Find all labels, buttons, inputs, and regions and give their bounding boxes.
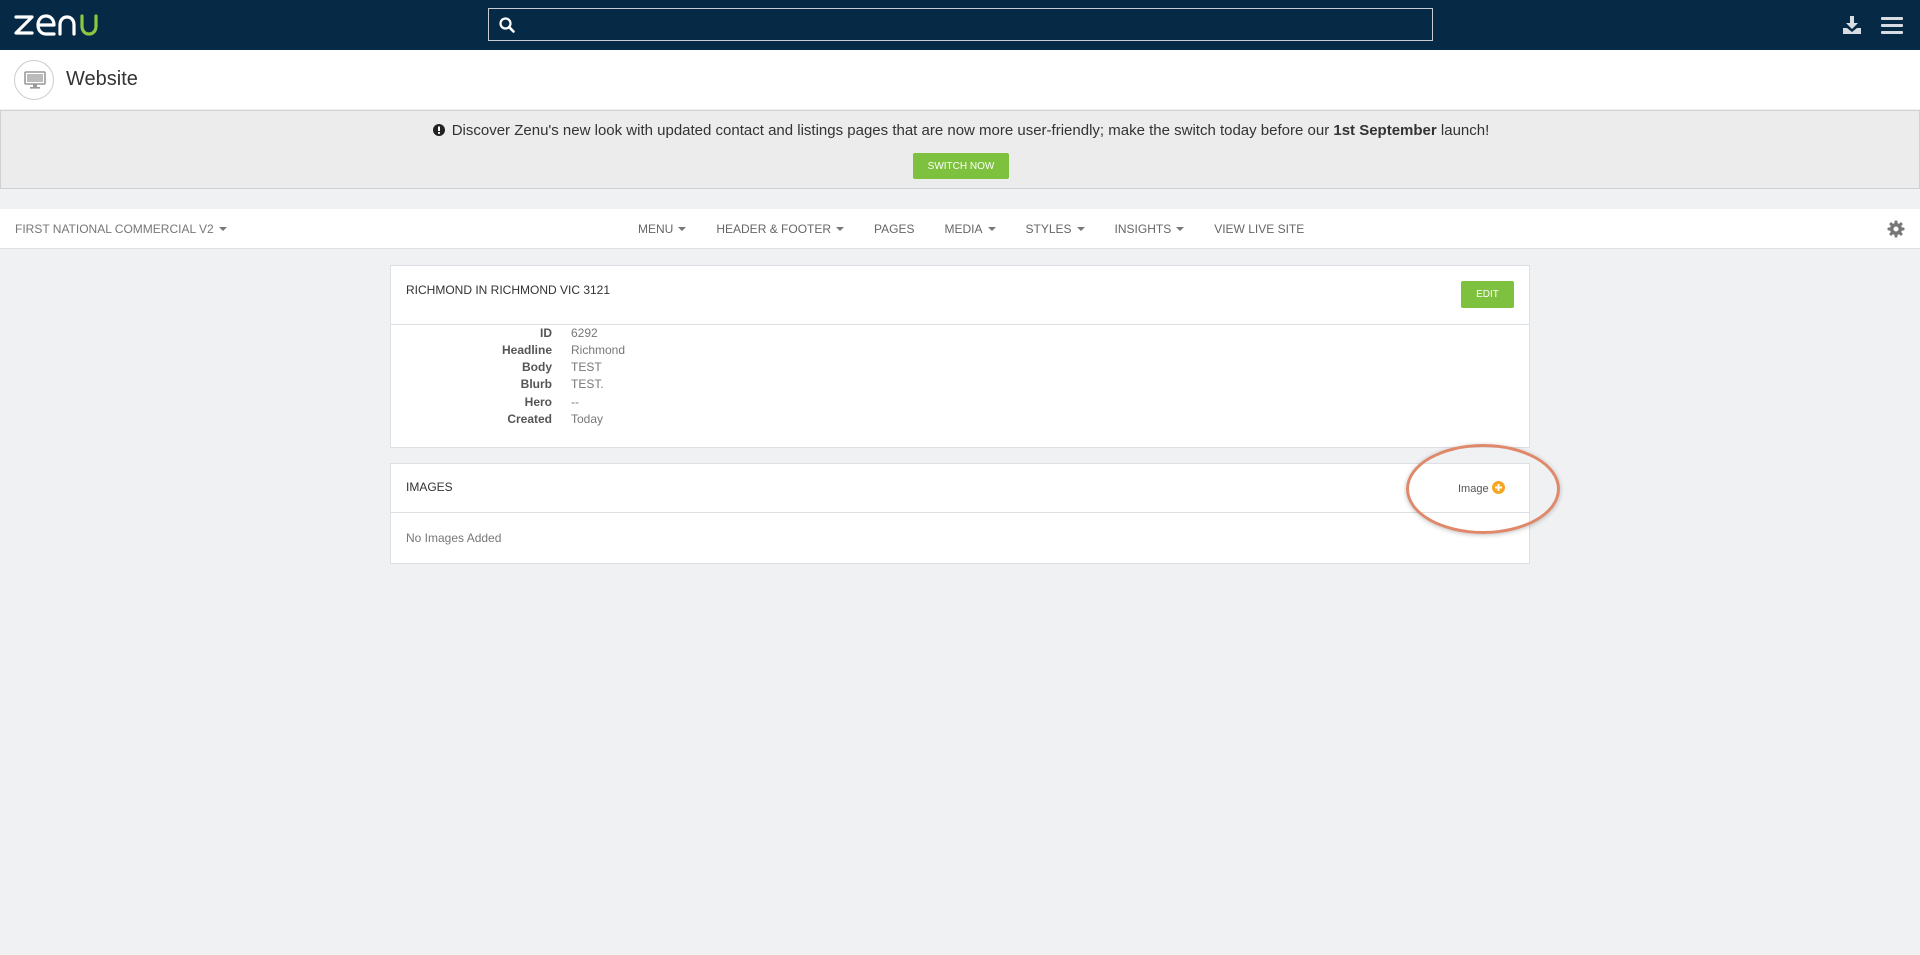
- edit-button[interactable]: EDIT: [1461, 281, 1514, 308]
- nav-menu[interactable]: MENU: [638, 222, 687, 236]
- images-card: IMAGES Image No Images Added: [390, 463, 1530, 564]
- page-header: Website: [0, 50, 1920, 109]
- monitor-icon: [24, 71, 46, 89]
- search-icon: [499, 17, 515, 33]
- add-image-button[interactable]: Image: [1458, 481, 1505, 495]
- notice-message: Discover Zenu's new look with updated co…: [1, 122, 1920, 139]
- nav-media[interactable]: MEDIA: [945, 222, 996, 236]
- notice-banner: Discover Zenu's new look with updated co…: [0, 110, 1920, 189]
- nav-pages[interactable]: PAGES: [874, 222, 914, 236]
- notice-text-before: Discover Zenu's new look with updated co…: [451, 122, 1334, 139]
- hamburger-menu-icon[interactable]: [1881, 15, 1903, 35]
- no-images-message: No Images Added: [406, 531, 502, 545]
- chevron-down-icon: [1076, 227, 1085, 231]
- chevron-down-icon: [1176, 227, 1185, 231]
- images-card-header: IMAGES Image: [391, 464, 1529, 513]
- nav-insights[interactable]: INSIGHTS: [1115, 222, 1185, 236]
- page-title: Website: [66, 68, 138, 90]
- top-bar: [0, 0, 1920, 50]
- nav-view-live-site[interactable]: VIEW LIVE SITE: [1214, 222, 1304, 236]
- gear-icon[interactable]: [1887, 220, 1905, 238]
- site-selector[interactable]: FIRST NATIONAL COMMERCIAL V2: [15, 222, 227, 236]
- plus-circle-icon: [1491, 481, 1505, 494]
- nav-header-footer[interactable]: HEADER & FOOTER: [716, 222, 845, 236]
- subnav-items: MENU HEADER & FOOTER PAGES MEDIA STYLES …: [638, 222, 1334, 236]
- website-section-icon: [14, 60, 54, 100]
- page-details-title: RICHMOND IN RICHMOND VIC 3121: [406, 283, 611, 297]
- search-input[interactable]: [523, 9, 1423, 40]
- global-search[interactable]: [488, 8, 1433, 41]
- website-subnav: FIRST NATIONAL COMMERCIAL V2 MENU HEADER…: [0, 209, 1920, 249]
- notice-text-bold: 1st September: [1333, 122, 1437, 139]
- chevron-down-icon: [836, 227, 845, 231]
- download-icon[interactable]: [1842, 15, 1862, 35]
- nav-styles[interactable]: STYLES: [1026, 222, 1085, 236]
- page-details-header: RICHMOND IN RICHMOND VIC 3121 EDIT: [391, 266, 1529, 325]
- page-details-card: RICHMOND IN RICHMOND VIC 3121 EDIT ID 62…: [390, 265, 1530, 448]
- info-icon: [432, 124, 445, 136]
- chevron-down-icon: [678, 227, 687, 231]
- chevron-down-icon: [218, 227, 227, 231]
- images-card-title: IMAGES: [406, 480, 453, 494]
- chevron-down-icon: [987, 227, 996, 231]
- notice-text-after: launch!: [1436, 122, 1490, 139]
- zenu-logo[interactable]: [14, 11, 106, 39]
- add-image-label: Image: [1458, 483, 1489, 495]
- switch-now-button[interactable]: SWITCH NOW: [913, 153, 1009, 179]
- site-selector-label: FIRST NATIONAL COMMERCIAL V2: [15, 222, 214, 236]
